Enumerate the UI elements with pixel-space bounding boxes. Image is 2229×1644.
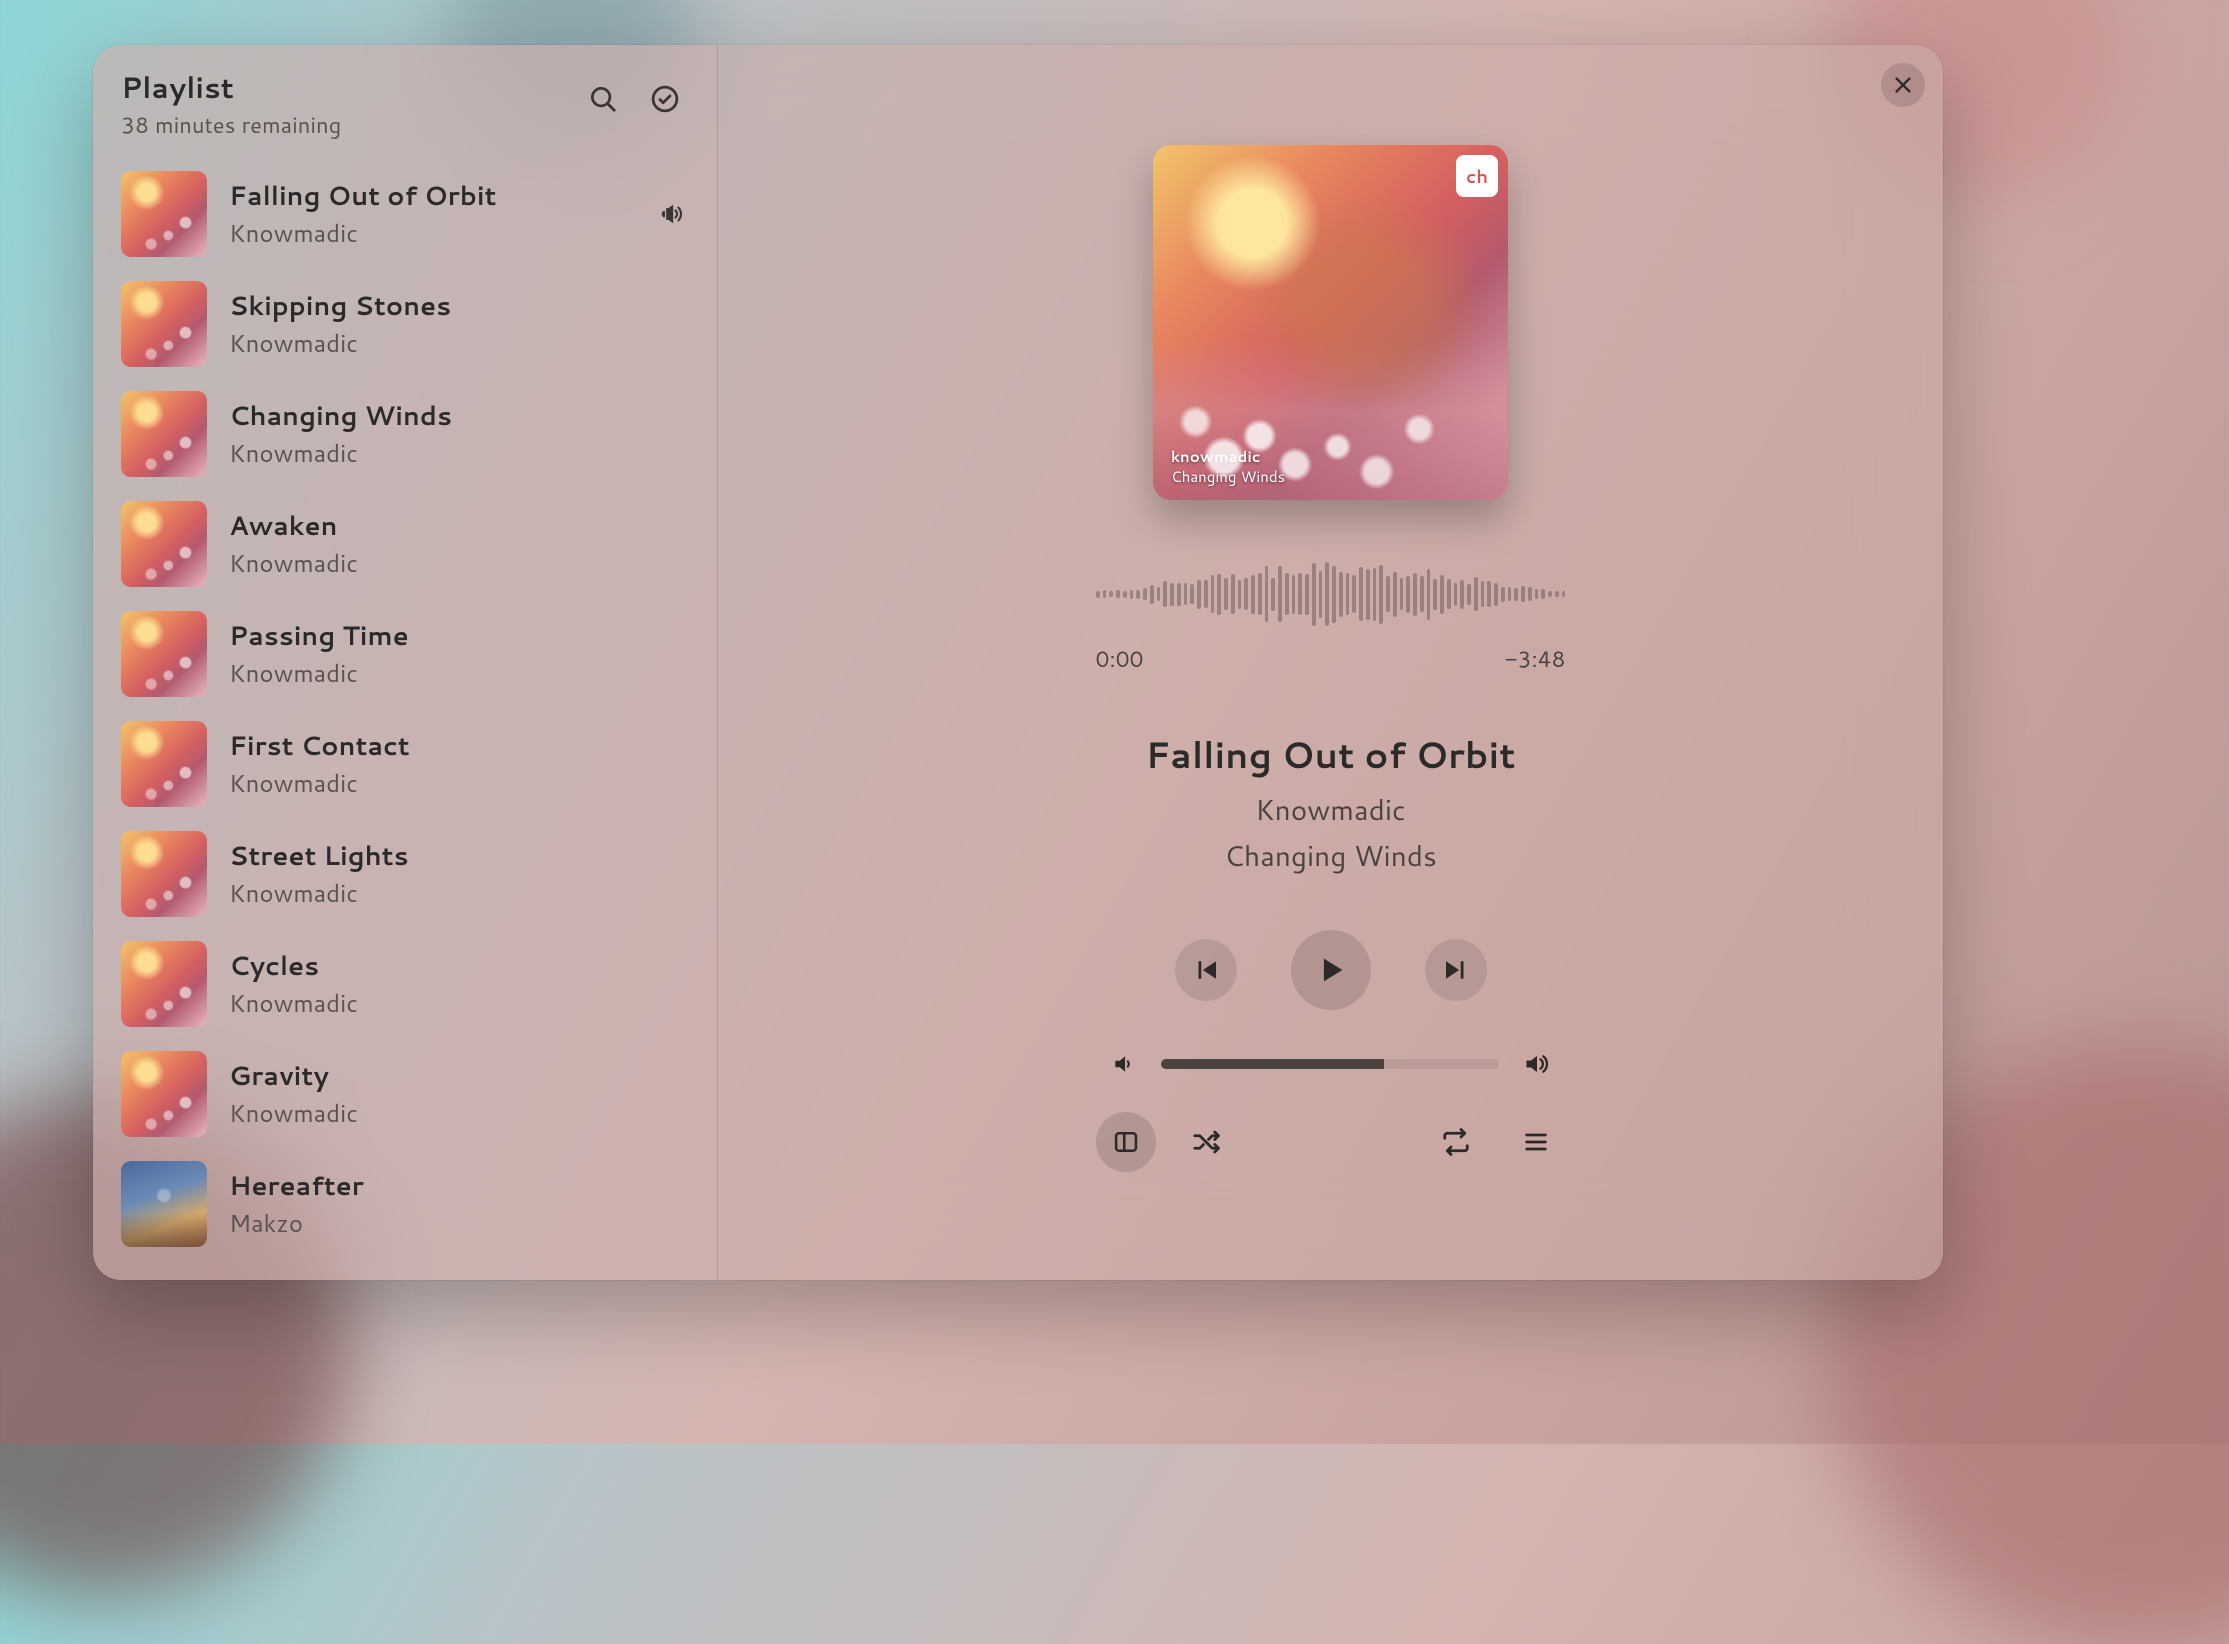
track-title: Falling Out of Orbit [229, 178, 633, 214]
track-meta: Falling Out of OrbitKnowmadic [229, 178, 633, 250]
track-art [121, 941, 207, 1027]
track-meta: Skipping StonesKnowmadic [229, 288, 633, 360]
next-button[interactable] [1425, 939, 1487, 1001]
sidebar-subtitle: 38 minutes remaining [121, 110, 585, 141]
track-artist: Knowmadic [229, 986, 633, 1020]
track-meta: Street LightsKnowmadic [229, 838, 633, 910]
queue-icon [1522, 1128, 1550, 1156]
track-art [121, 501, 207, 587]
track-meta: GravityKnowmadic [229, 1058, 633, 1130]
cover-caption: knowmadic Changing Winds [1171, 447, 1285, 486]
track-title: Hereafter [229, 1168, 633, 1204]
now-playing-title: Falling Out of Orbit [1145, 729, 1515, 780]
album-cover[interactable]: ch knowmadic Changing Winds [1153, 145, 1508, 500]
volume-high-icon[interactable] [1523, 1050, 1551, 1078]
previous-button[interactable] [1175, 939, 1237, 1001]
track-meta: AwakenKnowmadic [229, 508, 633, 580]
volume-fill [1161, 1059, 1384, 1069]
now-playing-album[interactable]: Changing Winds [1224, 836, 1437, 876]
track-meta: Passing TimeKnowmadic [229, 618, 633, 690]
track-art [121, 171, 207, 257]
track-artist: Makzo [229, 1206, 633, 1240]
sidebar-icon [1112, 1128, 1140, 1156]
track-title: Awaken [229, 508, 633, 544]
track-art [121, 611, 207, 697]
close-button[interactable] [1881, 63, 1925, 107]
track-meta: HereafterMakzo [229, 1168, 633, 1240]
time-remaining: −3:48 [1505, 644, 1566, 675]
track-title: Skipping Stones [229, 288, 633, 324]
track-artist: Knowmadic [229, 326, 633, 360]
track-art [121, 281, 207, 367]
now-playing-artist[interactable]: Knowmadic [1255, 790, 1405, 830]
repeat-button[interactable] [1426, 1112, 1486, 1172]
track-artist: Knowmadic [229, 216, 633, 250]
track-meta: Changing WindsKnowmadic [229, 398, 633, 470]
volume-row [1111, 1050, 1551, 1078]
track-row[interactable]: AwakenKnowmadic [107, 489, 703, 599]
toggle-sidebar-button[interactable] [1096, 1112, 1156, 1172]
track-row[interactable]: Skipping StonesKnowmadic [107, 269, 703, 379]
track-row[interactable]: Falling Out of OrbitKnowmadic [107, 159, 703, 269]
track-art [121, 391, 207, 477]
track-art [121, 1161, 207, 1247]
track-title: Street Lights [229, 838, 633, 874]
track-row[interactable]: CyclesKnowmadic [107, 929, 703, 1039]
shuffle-icon [1191, 1127, 1221, 1157]
sidebar-title: Playlist [121, 67, 585, 108]
speaker-playing-icon [658, 200, 686, 228]
track-title: Cycles [229, 948, 633, 984]
playback-controls [1175, 930, 1487, 1010]
skip-next-icon [1441, 955, 1471, 985]
playlist-sidebar: Playlist 38 minutes remaining Falling Ou… [93, 45, 718, 1280]
track-row[interactable]: Changing WindsKnowmadic [107, 379, 703, 489]
now-playing-pane: ch knowmadic Changing Winds 0:00 −3:48 F… [718, 45, 1943, 1280]
track-artist: Knowmadic [229, 766, 633, 800]
track-art [121, 831, 207, 917]
close-icon [1892, 74, 1914, 96]
cover-caption-artist: knowmadic [1171, 447, 1285, 467]
search-button[interactable] [585, 81, 621, 117]
now-playing-indicator [655, 200, 689, 228]
cover-badge: ch [1456, 155, 1498, 197]
sidebar-header: Playlist 38 minutes remaining [93, 45, 717, 151]
track-row[interactable]: GravityKnowmadic [107, 1039, 703, 1149]
search-icon [588, 84, 618, 114]
track-meta: First ContactKnowmadic [229, 728, 633, 800]
track-artist: Knowmadic [229, 1096, 633, 1130]
secondary-controls [1096, 1112, 1566, 1172]
track-meta: CyclesKnowmadic [229, 948, 633, 1020]
repeat-icon [1441, 1127, 1471, 1157]
track-title: Passing Time [229, 618, 633, 654]
check-circle-icon [650, 84, 680, 114]
track-artist: Knowmadic [229, 876, 633, 910]
selection-mode-button[interactable] [647, 81, 683, 117]
track-row[interactable]: Street LightsKnowmadic [107, 819, 703, 929]
track-title: First Contact [229, 728, 633, 764]
seek-waveform[interactable] [1096, 558, 1566, 630]
track-row[interactable]: Passing TimeKnowmadic [107, 599, 703, 709]
track-row[interactable]: HereafterMakzo [107, 1149, 703, 1259]
play-icon [1314, 953, 1348, 987]
track-artist: Knowmadic [229, 656, 633, 690]
track-row[interactable]: First ContactKnowmadic [107, 709, 703, 819]
track-title: Gravity [229, 1058, 633, 1094]
music-player-window: Playlist 38 minutes remaining Falling Ou… [93, 45, 1943, 1280]
volume-slider[interactable] [1161, 1059, 1499, 1069]
track-artist: Knowmadic [229, 546, 633, 580]
time-elapsed: 0:00 [1096, 644, 1144, 675]
shuffle-button[interactable] [1176, 1112, 1236, 1172]
volume-low-icon[interactable] [1111, 1051, 1137, 1077]
queue-button[interactable] [1506, 1112, 1566, 1172]
cover-caption-album: Changing Winds [1171, 466, 1285, 487]
play-button[interactable] [1291, 930, 1371, 1010]
skip-previous-icon [1191, 955, 1221, 985]
track-title: Changing Winds [229, 398, 633, 434]
track-art [121, 721, 207, 807]
track-art [121, 1051, 207, 1137]
track-artist: Knowmadic [229, 436, 633, 470]
track-list: Falling Out of OrbitKnowmadicSkipping St… [93, 151, 717, 1280]
